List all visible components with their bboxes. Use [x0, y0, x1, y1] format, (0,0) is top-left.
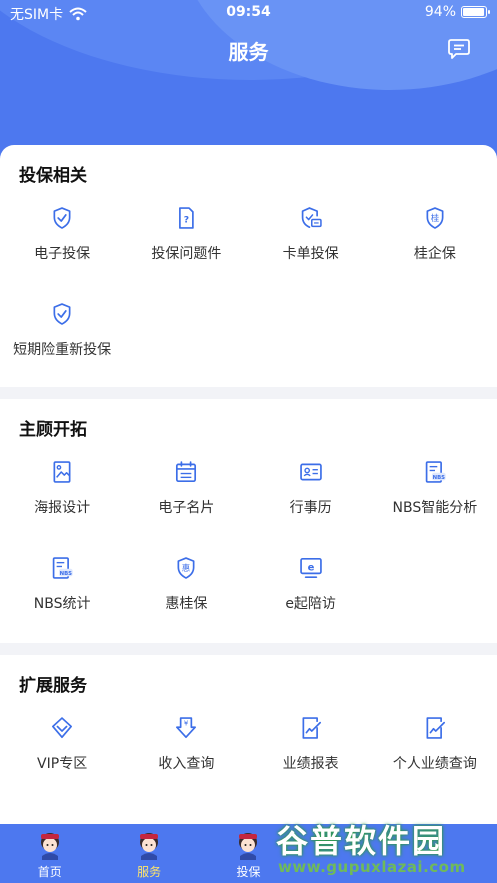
shield-card-icon: [301, 207, 322, 229]
service-item-electronic-insurance[interactable]: 电子投保: [0, 205, 124, 263]
service-label: 桂企保: [413, 246, 456, 262]
section-insurance: 投保相关 电子投保 ? 投保问题件 卡单投保 桂 桂企保 短期险重新投保: [0, 145, 497, 387]
avatar-icon: [40, 833, 59, 860]
service-label: 个人业绩查询: [392, 756, 477, 772]
section-title: 主顾开拓: [19, 420, 87, 440]
service-label: 投保问题件: [151, 246, 222, 262]
service-item-nbs-analysis[interactable]: NBS NBS智能分析: [373, 459, 497, 517]
service-item-income-query[interactable]: ¥ 收入查询: [124, 715, 248, 773]
status-time: 09:54: [226, 4, 271, 20]
service-grid: VIP专区 ¥ 收入查询 业绩报表 个人业绩查询: [0, 715, 497, 773]
service-label: VIP专区: [37, 756, 88, 772]
service-item-card-insurance[interactable]: 卡单投保: [249, 205, 373, 263]
service-label: NBS智能分析: [392, 500, 478, 516]
service-item-schedule[interactable]: 行事历: [249, 459, 373, 517]
tab-service[interactable]: 服务: [99, 824, 198, 883]
svg-text:桂: 桂: [431, 213, 440, 223]
service-item-hui-gui-bao[interactable]: 惠 惠桂保: [124, 555, 248, 613]
svg-text:NBS: NBS: [60, 571, 73, 577]
service-item-poster-design[interactable]: 海报设计: [0, 459, 124, 517]
watermark: 谷普软件园 www.gupuxlazai.com: [270, 812, 497, 883]
section-customer-development: 主顾开拓 海报设计 电子名片 行事历 NBS NBS智能分析 NBS NBS统计: [0, 399, 497, 643]
service-item-e-visit[interactable]: e e起陪访: [249, 555, 373, 613]
service-list: 投保相关 电子投保 ? 投保问题件 卡单投保 桂 桂企保 短期险重新投保 主顾开…: [0, 145, 497, 835]
report-icon: [302, 717, 321, 739]
service-item-problem-case[interactable]: ? 投保问题件: [124, 205, 248, 263]
watermark-title: 谷普软件园: [276, 822, 447, 860]
tab-label: 服务: [137, 865, 162, 879]
tab-home[interactable]: 首页: [0, 824, 99, 883]
avatar-icon: [140, 833, 159, 860]
tab-label: 投保: [236, 865, 261, 879]
section-extended-services: 扩展服务 VIP专区 ¥ 收入查询 业绩报表 个人业绩查询: [0, 655, 497, 835]
service-item-vip-zone[interactable]: VIP专区: [0, 715, 124, 773]
poster-icon: [53, 461, 71, 483]
nbs-document-icon: NBS: [52, 557, 73, 579]
tab-label: 首页: [37, 865, 62, 879]
section-title: 扩展服务: [19, 676, 87, 696]
vip-diamond-icon: [52, 717, 73, 739]
service-item-performance-report[interactable]: 业绩报表: [249, 715, 373, 773]
service-label: 电子名片: [158, 500, 215, 516]
svg-text:¥: ¥: [184, 720, 189, 728]
report-icon: [426, 717, 445, 739]
svg-text:惠: 惠: [182, 563, 190, 573]
service-label: 短期险重新投保: [13, 342, 112, 358]
service-label: e起陪访: [285, 596, 336, 612]
message-icon[interactable]: [447, 37, 471, 61]
navigation-bar: 服务: [0, 30, 497, 70]
service-label: 收入查询: [158, 756, 215, 772]
service-label: 海报设计: [34, 500, 91, 516]
hui-shield-icon: 惠: [177, 557, 195, 579]
e-screen-icon: e: [299, 557, 322, 579]
status-bar: 无SIM卡 09:54 94%: [0, 0, 497, 26]
service-grid: 海报设计 电子名片 行事历 NBS NBS智能分析 NBS NBS统计 惠 惠桂…: [0, 459, 497, 613]
shield-check-icon: [53, 207, 71, 229]
svg-text:NBS: NBS: [432, 475, 445, 481]
page-title: 服务: [228, 40, 269, 64]
nbs-document-icon: NBS: [425, 461, 446, 483]
service-item-short-term-reinsure[interactable]: 短期险重新投保: [0, 301, 124, 359]
svg-text:e: e: [307, 562, 314, 573]
calendar-card-icon: [176, 461, 197, 483]
service-item-nbs-statistics[interactable]: NBS NBS统计: [0, 555, 124, 613]
service-item-gui-qi-bao[interactable]: 桂 桂企保: [373, 205, 497, 263]
battery-icon: [461, 6, 490, 18]
service-grid: 电子投保 ? 投保问题件 卡单投保 桂 桂企保 短期险重新投保: [0, 205, 497, 359]
battery-percent: 94%: [424, 4, 456, 20]
service-label: 行事历: [289, 500, 332, 516]
service-label: 惠桂保: [165, 596, 208, 612]
battery-status: 94%: [424, 4, 490, 20]
service-label: 卡单投保: [282, 246, 339, 262]
shield-check-icon: [53, 303, 71, 325]
service-label: 电子投保: [34, 246, 91, 262]
id-card-icon: [299, 463, 322, 481]
watermark-url: www.gupuxlazai.com: [278, 858, 466, 876]
avatar-icon: [239, 833, 258, 860]
service-label: NBS统计: [33, 596, 91, 612]
service-item-e-business-card[interactable]: 电子名片: [124, 459, 248, 517]
service-item-personal-performance[interactable]: 个人业绩查询: [373, 715, 497, 773]
section-title: 投保相关: [19, 166, 87, 186]
service-label: 业绩报表: [282, 756, 339, 772]
gui-shield-icon: 桂: [426, 207, 444, 229]
income-icon: ¥: [176, 717, 197, 739]
svg-text:?: ?: [184, 215, 189, 226]
question-document-icon: ?: [179, 207, 195, 229]
